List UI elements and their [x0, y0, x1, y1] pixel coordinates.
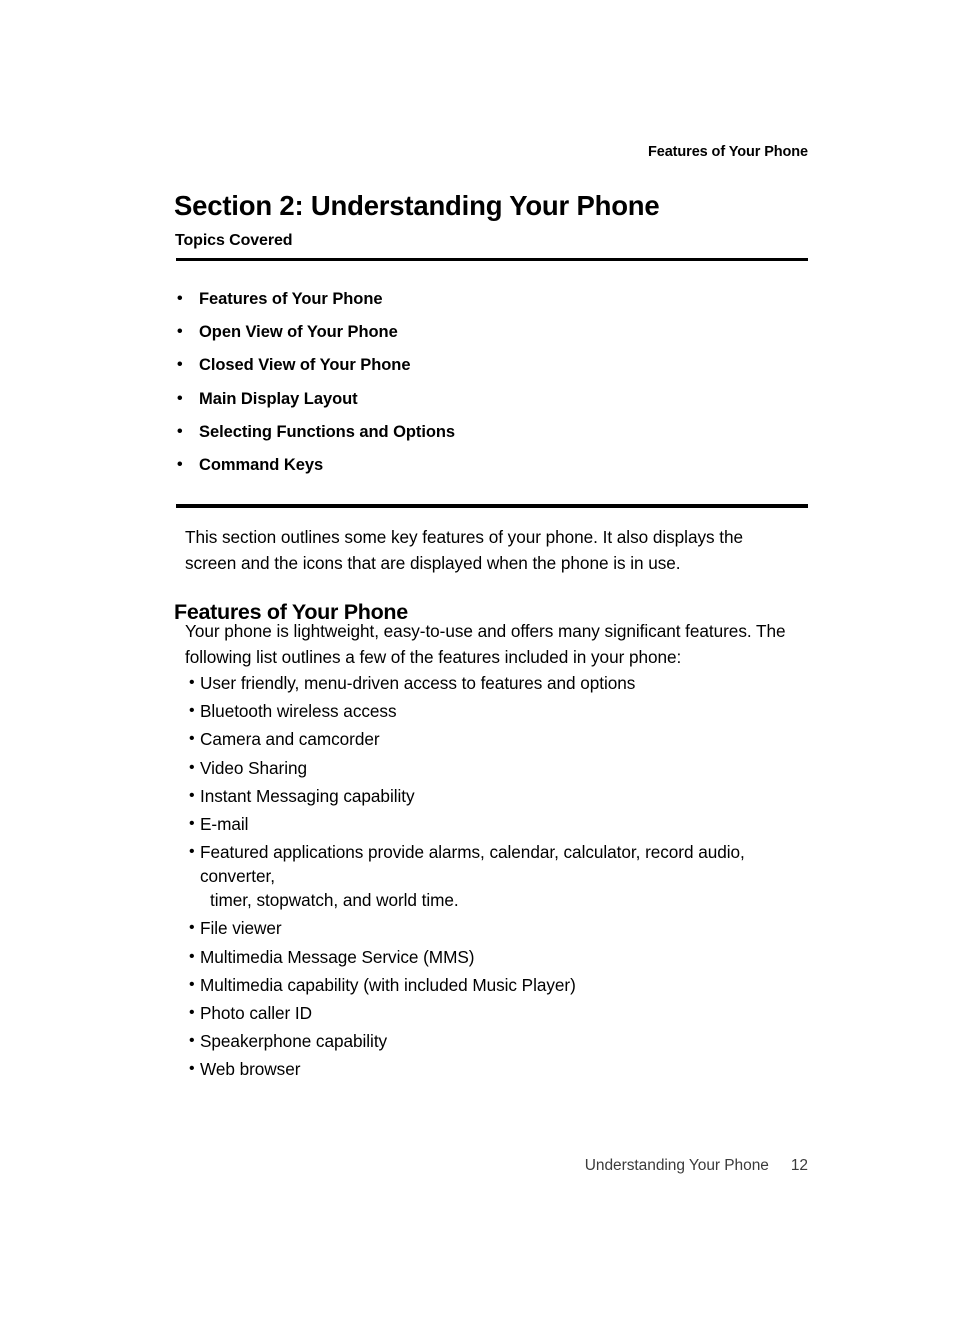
features-list-item: Multimedia Message Service (MMS) — [189, 945, 809, 969]
features-list-item: Web browser — [189, 1057, 809, 1081]
features-list-item-label: Featured applications provide alarms, ca… — [200, 842, 745, 887]
topics-covered-label: Topics Covered — [175, 232, 293, 249]
features-list-item: Video Sharing — [189, 756, 809, 780]
running-header: Features of Your Phone — [647, 144, 808, 160]
topics-list-item-label: Selecting Functions and Options — [199, 422, 456, 441]
topics-list-item: Selecting Functions and Options — [176, 421, 808, 454]
features-list-item-continuation: timer, stopwatch, and world time. — [210, 890, 459, 911]
topics-list-item-label: Closed View of Your Phone — [199, 356, 411, 375]
features-list-item-label: Camera and camcorder — [200, 729, 380, 750]
topics-list-item: Features of Your Phone — [176, 288, 808, 321]
features-list-item: Instant Messaging capability — [189, 784, 809, 808]
page-footer: Understanding Your Phone 12 — [176, 1157, 808, 1175]
topics-list-item: Main Display Layout — [176, 388, 808, 421]
section-intro-paragraph: This section outlines some key features … — [185, 527, 744, 573]
features-list-item-label: File viewer — [200, 918, 282, 939]
features-list-item-label: Instant Messaging capability — [200, 785, 415, 806]
page-title: Section 2: Understanding Your Phone — [174, 190, 660, 222]
features-list-item-label: Web browser — [200, 1059, 301, 1080]
divider-top — [176, 258, 808, 261]
features-list-item-label: Photo caller ID — [200, 1002, 312, 1023]
features-list-item: Featured applications provide alarms, ca… — [189, 840, 809, 912]
topics-list-item: Closed View of Your Phone — [176, 354, 808, 387]
features-list-item: Photo caller ID — [189, 1001, 809, 1025]
footer-page-number: 12 — [790, 1157, 808, 1174]
features-intro-paragraph: Your phone is lightweight, easy-to-use a… — [185, 621, 786, 667]
footer-section-name: Understanding Your Phone — [584, 1157, 769, 1174]
features-list-item-label: Bluetooth wireless access — [200, 701, 397, 722]
features-list-item: User friendly, menu-driven access to fea… — [189, 671, 809, 695]
features-list-item: Bluetooth wireless access — [189, 699, 809, 723]
features-list-item: Speakerphone capability — [189, 1029, 809, 1053]
topics-list-item-label: Main Display Layout — [199, 389, 358, 408]
topics-list-item: Command Keys — [176, 454, 808, 487]
features-list: User friendly, menu-driven access to fea… — [189, 671, 809, 1085]
features-list-item-label: Speakerphone capability — [200, 1031, 388, 1052]
divider-bottom — [176, 504, 808, 508]
topics-list: Features of Your Phone Open View of Your… — [176, 288, 808, 487]
features-list-item: Camera and camcorder — [189, 727, 809, 751]
topics-list-item-label: Features of Your Phone — [199, 290, 383, 308]
topics-list-item: Open View of Your Phone — [176, 321, 808, 354]
features-list-item-label: Multimedia capability (with included Mus… — [200, 974, 576, 995]
topics-list-item-label: Open View of Your Phone — [199, 323, 398, 342]
topics-list-item-label: Command Keys — [199, 455, 324, 474]
features-list-item-label: Video Sharing — [200, 757, 308, 778]
features-list-item-label: Multimedia Message Service (MMS) — [200, 946, 475, 967]
document-page: Features of Your Phone Section 2: Unders… — [0, 0, 954, 1336]
features-list-item: File viewer — [189, 916, 809, 940]
features-list-item-label: E-mail — [200, 813, 249, 834]
features-list-item-label: User friendly, menu-driven access to fea… — [200, 673, 636, 693]
features-list-item: E-mail — [189, 812, 809, 836]
features-list-item: Multimedia capability (with included Mus… — [189, 973, 809, 997]
